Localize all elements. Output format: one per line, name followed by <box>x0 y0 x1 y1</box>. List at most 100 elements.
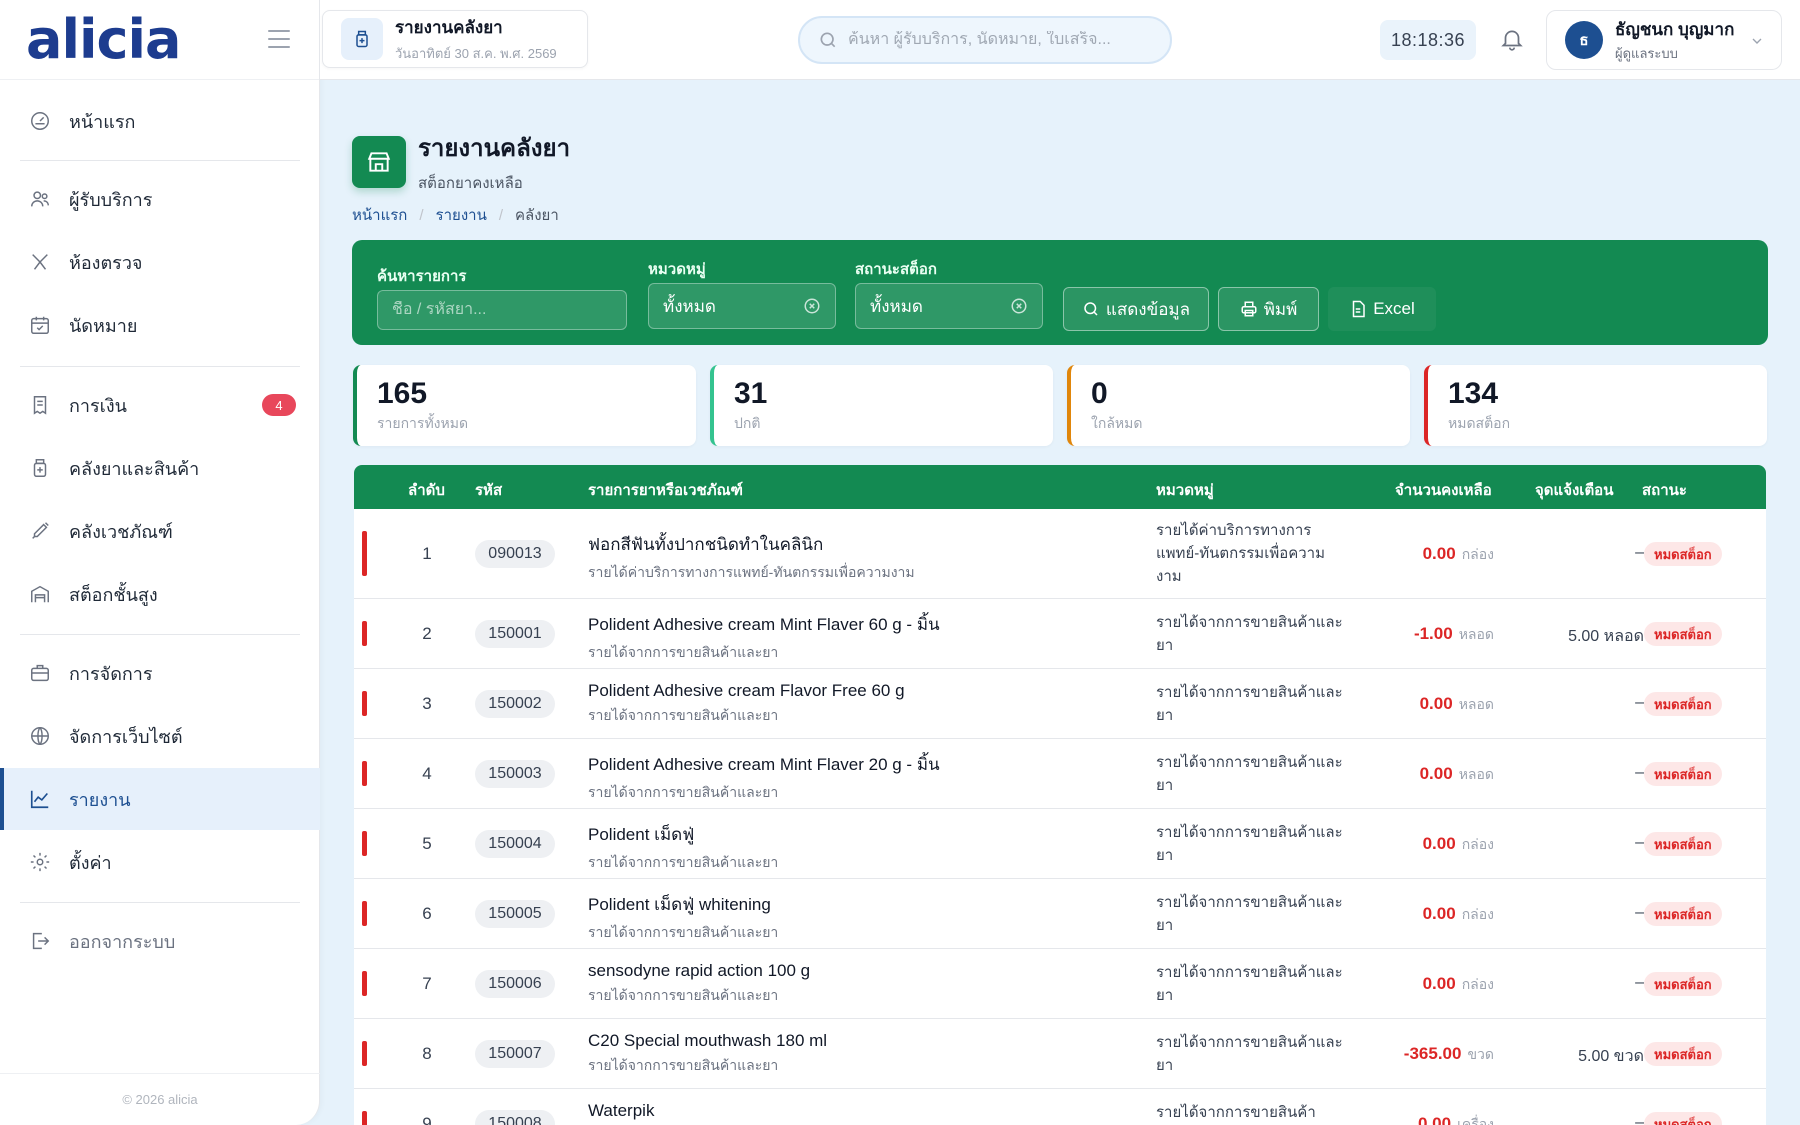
global-search[interactable] <box>798 16 1172 64</box>
item-cell: C20 Special mouthwash 180 ml รายได้จากการ… <box>588 1031 1128 1077</box>
stock-table: ลำดับ รหัส รายการยาหรือเวชภัณฑ์ หมวดหมู่… <box>354 465 1766 1125</box>
item-name[interactable]: C20 Special mouthwash 180 ml <box>588 1031 1128 1051</box>
sidebar-item-exam-room[interactable]: ห้องตรวจ <box>0 231 320 293</box>
syringe-icon <box>28 519 52 543</box>
table-row[interactable]: 2 150001 Polident Adhesive cream Mint Flav… <box>354 599 1766 669</box>
status-badge: หมดสต็อก <box>1644 1042 1722 1066</box>
qty-cell: 0.00 กล่อง <box>1314 974 1494 996</box>
item-name[interactable]: Polident เม็ดฟู่ whitening <box>588 891 1128 918</box>
sidebar-item-label: คลังยาและสินค้า <box>69 458 200 479</box>
sidebar-item-management[interactable]: การจัดการ <box>0 642 320 704</box>
table-row[interactable]: 3 150002 Polident Adhesive cream Flavor Fr… <box>354 669 1766 739</box>
category-label: หมวดหมู่ <box>648 261 706 278</box>
item-search-input[interactable] <box>392 301 592 319</box>
sidebar-item-pharmacy[interactable]: คลังยาและสินค้า <box>0 437 320 499</box>
app-logo: alicia <box>26 8 181 71</box>
sidebar-item-home[interactable]: หน้าแรก <box>0 90 320 152</box>
excel-button[interactable]: Excel <box>1328 287 1436 331</box>
clear-icon[interactable] <box>803 297 821 315</box>
item-name[interactable]: ฟอกสีฟันทั้งปากชนิดทำในคลินิก <box>588 531 1128 558</box>
item-code: 150004 <box>475 830 555 858</box>
table-row[interactable]: 4 150003 Polident Adhesive cream Mint Flav… <box>354 739 1766 809</box>
sidebar-item-label: รายงาน <box>69 789 131 810</box>
row-number: 4 <box>422 764 432 783</box>
sidebar-item-reports[interactable]: รายงาน <box>0 768 320 830</box>
item-cell: Polident Adhesive cream Mint Flaver 60 g… <box>588 611 1128 664</box>
col-header-code: รหัส <box>475 482 503 499</box>
breadcrumb-home[interactable]: หน้าแรก <box>352 203 407 227</box>
bell-icon[interactable] <box>1497 22 1527 56</box>
qty-value: 0.00 <box>1419 694 1453 713</box>
stock-status-select[interactable]: ทั้งหมด <box>855 283 1043 329</box>
breadcrumb: หน้าแรก / รายงาน / คลังยา <box>352 203 559 227</box>
status-indicator <box>362 1041 367 1066</box>
sidebar-item-medical-supplies[interactable]: คลังเวชภัณฑ์ <box>0 500 320 562</box>
row-number: 2 <box>422 624 432 643</box>
row-number: 9 <box>422 1114 432 1125</box>
user-menu[interactable]: ธ ธัญชนก บุญมาก ผู้ดูแลระบบ <box>1546 10 1782 70</box>
status-indicator <box>362 1111 367 1125</box>
sidebar-item-website[interactable]: จัดการเว็บไซต์ <box>0 705 320 767</box>
brand: alicia <box>0 0 319 80</box>
item-name[interactable]: Polident Adhesive cream Mint Flaver 20 g… <box>588 751 1128 778</box>
qty-cell: 0.00 เครื่อง <box>1314 1114 1494 1125</box>
page-header: รายงานคลังยา สต็อกยาคงเหลือ <box>352 128 570 195</box>
divider <box>20 160 300 161</box>
table-row[interactable]: 6 150005 Polident เม็ดฟู่ whitening รายได้จ… <box>354 879 1766 949</box>
col-header-no: ลำดับ <box>408 482 445 499</box>
search-input[interactable] <box>848 31 1148 49</box>
col-header-status: สถานะ <box>1642 482 1687 499</box>
sidebar-item-settings[interactable]: ตั้งค่า <box>0 831 320 893</box>
breadcrumb-reports[interactable]: รายงาน <box>436 203 487 227</box>
status-indicator <box>362 761 367 786</box>
stat-value: 134 <box>1448 377 1499 410</box>
item-name[interactable]: Polident Adhesive cream Flavor Free 60 g <box>588 681 1128 701</box>
breadcrumb-separator: / <box>419 206 424 224</box>
warehouse-icon <box>28 582 52 606</box>
copyright: © 2026 alicia <box>0 1073 320 1125</box>
menu-toggle-icon[interactable] <box>268 30 290 48</box>
table-row[interactable]: 5 150004 Polident เม็ดฟู่ รายได้จากการขายสิ… <box>354 809 1766 879</box>
sidebar-item-appointments[interactable]: นัดหมาย <box>0 294 320 356</box>
item-search-field[interactable] <box>377 290 627 330</box>
qty-value: 0.00 <box>1422 834 1456 853</box>
alert-threshold: – <box>1635 764 1644 781</box>
sidebar: alicia หน้าแรก ผู้รับบริการ ห้องตรวจ นัด… <box>0 0 320 1125</box>
table-row[interactable]: 1 090013 ฟอกสีฟันทั้งปากชนิดทำในคลินิก รายไ… <box>354 509 1766 599</box>
sidebar-item-advanced-stock[interactable]: สต็อกชั้นสูง <box>0 563 320 625</box>
user-name: ธัญชนก บุญมาก <box>1615 20 1735 39</box>
item-code: 150006 <box>475 970 555 998</box>
table-row[interactable]: 8 150007 C20 Special mouthwash 180 ml รายได… <box>354 1019 1766 1089</box>
item-name[interactable]: Polident เม็ดฟู่ <box>588 821 1128 848</box>
row-number: 1 <box>422 544 432 563</box>
status-badge: หมดสต็อก <box>1644 972 1722 996</box>
table-row[interactable]: 9 150008 Waterpik รายได้จากการขายสินค้า 0.00… <box>354 1089 1766 1125</box>
item-name[interactable]: Waterpik <box>588 1101 1128 1121</box>
dashboard-icon <box>28 109 52 133</box>
search-icon <box>1084 302 1098 316</box>
divider <box>20 634 300 635</box>
page-date: วันอาทิตย์ 30 ส.ค. พ.ศ. 2569 <box>395 46 557 61</box>
qty-unit: ขวด <box>1467 1046 1494 1062</box>
stat-card-total: 165 รายการทั้งหมด <box>353 365 696 446</box>
row-number: 6 <box>422 904 432 923</box>
item-name[interactable]: sensodyne rapid action 100 g <box>588 961 1128 981</box>
qty-unit: กล่อง <box>1461 906 1494 922</box>
stat-card-out-of-stock: 134 หมดสต็อก <box>1424 365 1767 446</box>
qty-cell: -1.00 หลอด <box>1314 624 1494 646</box>
clear-icon[interactable] <box>1010 297 1028 315</box>
category-select[interactable]: ทั้งหมด <box>648 283 836 329</box>
print-button[interactable]: พิมพ์ <box>1218 287 1319 331</box>
item-code: 150005 <box>475 900 555 928</box>
sidebar-item-finance[interactable]: การเงิน 4 <box>0 374 320 436</box>
table-row[interactable]: 7 150006 sensodyne rapid action 100 g รายได… <box>354 949 1766 1019</box>
sidebar-item-logout[interactable]: ออกจากระบบ <box>0 910 320 972</box>
alert-threshold: 5.00 หลอด <box>1568 628 1644 645</box>
item-name[interactable]: Polident Adhesive cream Mint Flaver 60 g… <box>588 611 1128 638</box>
sidebar-item-clients[interactable]: ผู้รับบริการ <box>0 168 320 230</box>
stat-label: ใกล้หมด <box>1091 415 1143 431</box>
alert-threshold: 5.00 ขวด <box>1578 1048 1644 1065</box>
qty-unit: กล่อง <box>1461 836 1494 852</box>
item-subtitle: รายได้จากการขายสินค้าและยา <box>588 784 779 800</box>
show-data-button[interactable]: แสดงข้อมูล <box>1063 287 1209 331</box>
